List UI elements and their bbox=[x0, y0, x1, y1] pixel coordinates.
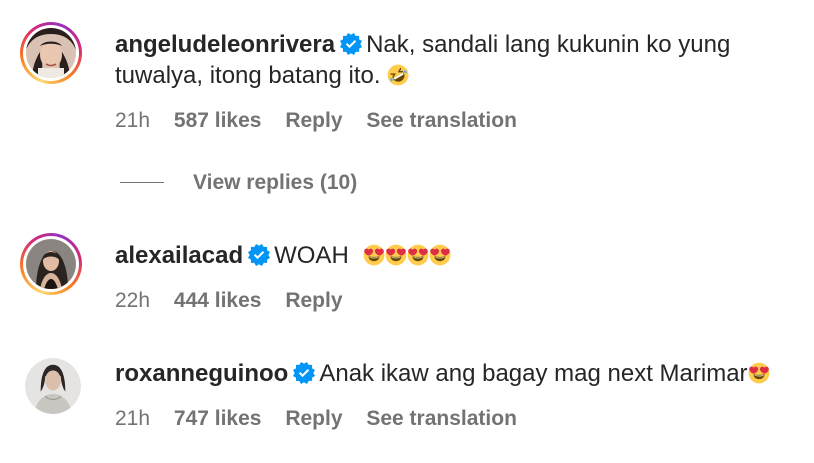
username-link[interactable]: roxanneguinoo bbox=[115, 360, 288, 387]
reply-button[interactable]: Reply bbox=[285, 288, 342, 314]
avatar-photo bbox=[26, 28, 76, 78]
comment-meta: 21h 747 likes Reply See translation bbox=[115, 406, 535, 432]
heart-eyes-emoji-icon bbox=[429, 244, 451, 266]
avatar[interactable] bbox=[20, 22, 82, 84]
avatar[interactable] bbox=[25, 358, 81, 414]
comment-text: Anak ikaw ang bagay mag next Marimar bbox=[319, 360, 748, 387]
rofl-emoji-icon bbox=[387, 64, 409, 86]
comment-timestamp[interactable]: 21h bbox=[115, 108, 150, 134]
comment-body: alexailacad WOAH bbox=[115, 239, 804, 272]
view-replies-button[interactable]: View replies (10) bbox=[120, 170, 357, 196]
avatar[interactable] bbox=[20, 233, 82, 295]
comment-body: roxanneguinoo Anak ikaw ang bagay mag nex… bbox=[115, 357, 804, 390]
reply-button[interactable]: Reply bbox=[285, 108, 342, 134]
heart-eyes-emoji-icon bbox=[385, 244, 407, 266]
comment-text: WOAH bbox=[274, 242, 349, 269]
replies-divider-line bbox=[120, 182, 164, 183]
verified-badge-icon bbox=[340, 33, 362, 55]
see-translation-button[interactable]: See translation bbox=[366, 108, 517, 134]
avatar-ring-gap bbox=[23, 236, 79, 292]
comment-meta: 22h 444 likes Reply bbox=[115, 288, 361, 314]
comment-timestamp[interactable]: 22h bbox=[115, 288, 150, 314]
likes-count[interactable]: 444 likes bbox=[174, 288, 262, 314]
avatar-photo bbox=[25, 358, 81, 414]
avatar-ring-gap bbox=[23, 25, 79, 81]
reply-button[interactable]: Reply bbox=[285, 406, 342, 432]
likes-count[interactable]: 747 likes bbox=[174, 406, 262, 432]
likes-count[interactable]: 587 likes bbox=[174, 108, 262, 134]
comment-text: tuwalya, itong batang ito. bbox=[115, 62, 381, 89]
verified-badge-icon bbox=[248, 244, 270, 266]
verified-badge-icon bbox=[293, 362, 315, 384]
comment-meta: 21h 587 likes Reply See translation bbox=[115, 108, 535, 134]
comment-text: Nak, sandali lang kukunin ko yung bbox=[366, 31, 731, 58]
username-link[interactable]: angeludeleonrivera bbox=[115, 31, 335, 58]
comment-text-continued: tuwalya, itong batang ito. bbox=[115, 59, 409, 92]
heart-eyes-emoji-icon bbox=[407, 244, 429, 266]
avatar-photo bbox=[26, 239, 76, 289]
heart-eyes-emoji-icon bbox=[363, 244, 385, 266]
username-link[interactable]: alexailacad bbox=[115, 242, 243, 269]
comment-body: angeludeleonrivera Nak, sandali lang kuku… bbox=[115, 28, 804, 61]
heart-eyes-emoji-icon bbox=[748, 362, 770, 384]
comment-timestamp[interactable]: 21h bbox=[115, 406, 150, 432]
see-translation-button[interactable]: See translation bbox=[366, 406, 517, 432]
view-replies-label: View replies (10) bbox=[193, 171, 358, 194]
